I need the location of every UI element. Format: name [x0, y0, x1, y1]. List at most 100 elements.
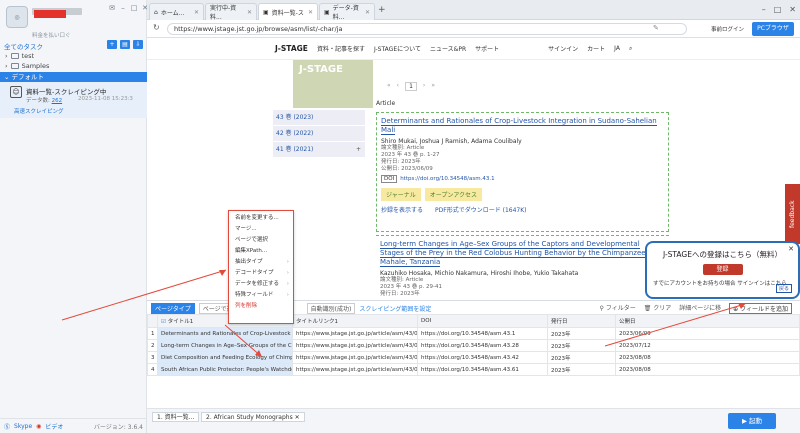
- tree-item-samples[interactable]: › Samples: [5, 62, 49, 70]
- detail-page-button[interactable]: 詳細ページに移: [679, 303, 721, 314]
- article-title[interactable]: Determinants and Rationales of Crop-Live…: [381, 117, 657, 135]
- table-cell[interactable]: 2023/08/08: [615, 351, 800, 364]
- all-tasks-header[interactable]: 全てのタスク: [4, 41, 43, 51]
- column-header-open[interactable]: 公開日: [615, 314, 800, 328]
- skype-link[interactable]: Skype: [14, 423, 32, 430]
- nav-lang[interactable]: JA: [614, 45, 620, 52]
- table-row[interactable]: 2 Long-term Changes in Age–Sex Groups of …: [147, 339, 800, 352]
- context-menu-item[interactable]: ページで選択: [229, 235, 293, 246]
- close-icon[interactable]: ✕: [194, 9, 199, 16]
- table-cell[interactable]: South African Public Protector: People's…: [157, 363, 293, 376]
- tab-home[interactable]: ⌂ ホーム... ✕: [149, 3, 204, 20]
- table-cell[interactable]: https://doi.org/10.34548/asm.43.1: [417, 327, 548, 340]
- table-cell[interactable]: https://doi.org/10.34548/asm.43.42: [417, 351, 548, 364]
- table-cell[interactable]: 2023/08/08: [615, 363, 800, 376]
- mail-icon[interactable]: ✉: [108, 4, 116, 12]
- table-row[interactable]: 3 Diet Composition and Feeding Ecology of…: [147, 351, 800, 364]
- context-menu-item[interactable]: デコードタイプ ›: [229, 268, 293, 279]
- context-menu-item[interactable]: 名前を変更する...: [229, 213, 293, 224]
- popup-back-button[interactable]: 戻る: [775, 284, 792, 293]
- pre-login-button[interactable]: 事前ログイン: [711, 25, 744, 33]
- close-icon[interactable]: ✕: [788, 245, 794, 253]
- volume-item[interactable]: 43 巻 (2023): [273, 110, 365, 126]
- next-page-icon[interactable]: ›: [423, 82, 425, 91]
- minimize-icon[interactable]: –: [762, 5, 766, 14]
- jstage-logo[interactable]: J-STAGE: [275, 44, 308, 53]
- add-field-button[interactable]: ⊕ フィールドを追加: [729, 302, 792, 314]
- pdf-link[interactable]: PDF形式でダウンロード (1647K): [435, 205, 526, 214]
- skype-icon[interactable]: Ⓢ: [4, 422, 10, 431]
- auto-detect-box[interactable]: 自動識別(成功): [306, 302, 356, 314]
- nav-cart[interactable]: カート: [587, 44, 605, 53]
- volume-item[interactable]: 41 巻 (2021) +: [273, 142, 365, 158]
- tab-data[interactable]: ▣ データ-資料... ✕: [319, 3, 375, 21]
- table-cell[interactable]: https://doi.org/10.34548/asm.43.61: [417, 363, 548, 376]
- table-cell[interactable]: 2023年: [547, 363, 616, 376]
- expand-icon[interactable]: +: [356, 142, 361, 158]
- context-menu-item[interactable]: データを修正する ›: [229, 279, 293, 290]
- fast-scrape-link[interactable]: 高速スクレイピング: [14, 107, 64, 115]
- table-cell[interactable]: 2023/06/09: [615, 327, 800, 340]
- current-page[interactable]: 1: [405, 82, 417, 91]
- column-header-doi[interactable]: DOI: [417, 314, 548, 328]
- search-icon[interactable]: ⌕: [629, 45, 632, 53]
- tab-list[interactable]: ▣ 資料一覧-ス ✕: [258, 3, 318, 20]
- check-icon[interactable]: ☑: [161, 319, 166, 325]
- prev-page-icon[interactable]: ‹: [397, 82, 399, 91]
- table-cell[interactable]: https://www.jstage.jst.go.jp/article/asm…: [292, 351, 418, 364]
- close-icon[interactable]: ✕: [247, 9, 252, 16]
- default-group[interactable]: ⌄ デフォルト: [0, 72, 147, 82]
- close-icon[interactable]: ✕: [308, 9, 313, 16]
- table-cell[interactable]: 3: [147, 351, 158, 364]
- nav-signin[interactable]: サインイン: [548, 44, 578, 53]
- nav-search[interactable]: 資料・記事を探す: [317, 44, 365, 53]
- tree-item-test[interactable]: › test: [5, 52, 34, 60]
- close-icon[interactable]: ✕: [365, 9, 370, 16]
- register-button[interactable]: 登録: [702, 264, 743, 275]
- maximize-icon[interactable]: □: [130, 4, 138, 12]
- first-page-icon[interactable]: «: [387, 82, 391, 91]
- tab-running[interactable]: 実行中-資料... ✕: [205, 3, 257, 21]
- new-folder-icon[interactable]: ▤: [120, 40, 130, 49]
- nav-support[interactable]: サポート: [475, 44, 499, 53]
- column-header-link[interactable]: タイトルリンク1: [292, 314, 418, 328]
- table-cell[interactable]: 1: [147, 327, 158, 340]
- article-title[interactable]: Long-term Changes in Age–Sex Groups of t…: [380, 240, 659, 267]
- table-cell[interactable]: Long-term Changes in Age–Sex Groups of t…: [157, 339, 293, 352]
- run-button[interactable]: ▶ 起動: [728, 413, 776, 429]
- close-icon[interactable]: ✕: [789, 5, 796, 14]
- context-menu-item[interactable]: マージ...: [229, 224, 293, 235]
- new-task-icon[interactable]: +: [107, 40, 117, 49]
- import-icon[interactable]: ⇩: [133, 40, 143, 49]
- table-row[interactable]: 1 Determinants and Rationales of Crop-Liv…: [147, 327, 800, 340]
- nav-about[interactable]: J-STAGEについて: [374, 44, 421, 53]
- table-cell[interactable]: https://www.jstage.jst.go.jp/article/asm…: [292, 327, 418, 340]
- pc-browser-button[interactable]: PCブラウザ: [752, 22, 794, 36]
- context-menu-item[interactable]: 編集XPath...: [229, 246, 293, 257]
- context-menu-item[interactable]: 特殊フィールド ›: [229, 290, 293, 301]
- video-icon[interactable]: ◉: [36, 423, 41, 430]
- doi-link[interactable]: https://doi.org/10.34548/asm.43.1: [400, 176, 494, 182]
- count-value[interactable]: 262: [52, 98, 63, 104]
- edit-icon[interactable]: ✎: [653, 24, 659, 32]
- table-cell[interactable]: 4: [147, 363, 158, 376]
- flow-tab-1[interactable]: 1. 資料一覧...: [152, 412, 200, 422]
- maximize-icon[interactable]: □: [774, 5, 782, 14]
- new-tab-icon[interactable]: +: [378, 5, 386, 15]
- page-type-tab[interactable]: ページタイプ: [151, 302, 195, 314]
- minimize-icon[interactable]: –: [119, 4, 127, 12]
- account-subtitle[interactable]: 料金を払い口ぐ: [32, 31, 71, 39]
- filter-button[interactable]: ⚲ フィルター: [599, 303, 635, 314]
- table-cell[interactable]: 2023/07/12: [615, 339, 800, 352]
- last-page-icon[interactable]: »: [431, 82, 435, 91]
- table-cell[interactable]: 2023年: [547, 327, 616, 340]
- nav-news[interactable]: ニュース&PR: [430, 44, 466, 53]
- column-header-pub[interactable]: 発行日: [547, 314, 616, 328]
- context-menu-item[interactable]: 列を削除: [229, 301, 293, 312]
- close-icon[interactable]: ✕: [295, 414, 300, 421]
- table-cell[interactable]: https://www.jstage.jst.go.jp/article/asm…: [292, 339, 418, 352]
- video-link[interactable]: ビデオ: [45, 422, 63, 431]
- context-menu-item[interactable]: 抽出タイプ ›: [229, 257, 293, 268]
- table-cell[interactable]: https://doi.org/10.34548/asm.43.28: [417, 339, 548, 352]
- popup-signin-text[interactable]: すでにアカウントをお持ちの場合 サインインはこちら: [653, 279, 792, 287]
